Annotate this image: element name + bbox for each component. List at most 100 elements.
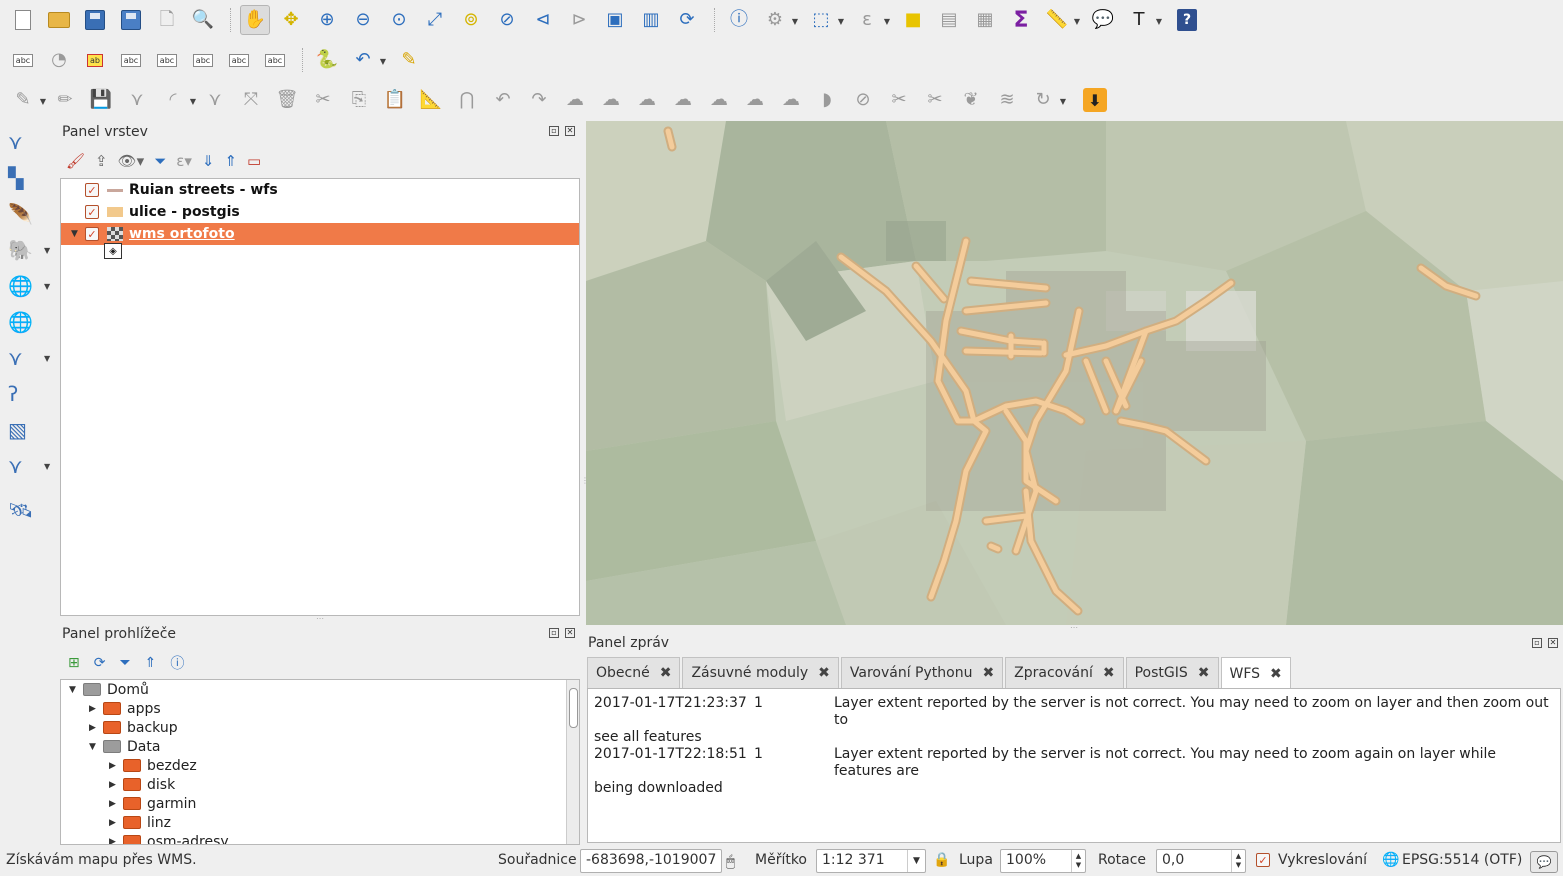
pin-label-icon[interactable]: abc bbox=[116, 45, 146, 75]
filter-icon[interactable]: ⏷ bbox=[119, 655, 130, 671]
collapse-all-icon[interactable]: ⇑ bbox=[224, 152, 237, 170]
diagram-icon[interactable]: ◔ bbox=[44, 45, 74, 75]
fill-ring-icon[interactable]: ☁ bbox=[668, 85, 698, 115]
tree-item[interactable]: ▶ osm-adresy bbox=[61, 832, 579, 845]
merge-attributes-icon[interactable]: ❦ bbox=[956, 85, 986, 115]
add-circular-icon[interactable]: ◜ ▼ bbox=[158, 85, 197, 115]
expand-arrow-icon[interactable]: ▼ bbox=[69, 685, 83, 695]
delete-selected-icon[interactable]: 🗑 bbox=[272, 85, 302, 115]
add-selected-layers-icon[interactable]: ⊞ bbox=[68, 655, 80, 671]
add-postgis-layer-icon[interactable]: 🐘 ▼ bbox=[0, 232, 50, 268]
save-edits-icon[interactable]: 💾 bbox=[86, 85, 116, 115]
collapse-arrow-icon[interactable]: ▶ bbox=[109, 761, 123, 771]
add-delimited-text-icon[interactable]: ʔ bbox=[0, 376, 50, 412]
map-canvas[interactable] bbox=[586, 121, 1563, 625]
delete-ring-icon[interactable]: ☁ bbox=[704, 85, 734, 115]
save-as-icon[interactable] bbox=[116, 5, 146, 35]
magnet-icon[interactable]: ⋂ bbox=[452, 85, 482, 115]
spin-arrows-icon[interactable]: ▲ ▼ bbox=[1231, 850, 1245, 872]
close-tab-icon[interactable]: ✖ bbox=[1198, 665, 1210, 681]
redo-icon[interactable]: ↷ bbox=[524, 85, 554, 115]
float-panel-icon[interactable]: ▫ bbox=[549, 628, 559, 638]
collapse-arrow-icon[interactable]: ▶ bbox=[109, 799, 123, 809]
tree-item[interactable]: ▶ garmin bbox=[61, 794, 579, 813]
close-panel-icon[interactable]: ✕ bbox=[565, 126, 575, 136]
layer-item-selected[interactable]: ▼ ✓ wms ortofoto bbox=[61, 223, 579, 245]
add-wcs-layer-icon[interactable]: 🌐 bbox=[0, 304, 50, 340]
new-map-view-icon[interactable]: ▣ bbox=[600, 5, 630, 35]
python-console-icon[interactable]: 🐍 bbox=[312, 45, 342, 75]
pan-to-selection-icon[interactable]: ✥ bbox=[276, 5, 306, 35]
tab-postgis[interactable]: PostGIS ✖ bbox=[1125, 657, 1219, 688]
paste-features-icon[interactable]: 📋 bbox=[380, 85, 410, 115]
snapping-icon[interactable]: 📐 bbox=[416, 85, 446, 115]
tree-item[interactable]: ▼ Domů bbox=[61, 680, 579, 699]
zoom-to-selection-icon[interactable]: ⊚ bbox=[456, 5, 486, 35]
download-icon[interactable]: ⬇ bbox=[1080, 85, 1110, 115]
mouse-icon[interactable]: 🖱 bbox=[726, 852, 735, 870]
lock-scale-icon[interactable]: 🔒 bbox=[933, 852, 950, 868]
text-annotation-icon[interactable]: T ▼ bbox=[1124, 5, 1163, 35]
new-print-layout-icon[interactable]: 🗋 bbox=[152, 5, 182, 35]
zoom-next-icon[interactable]: ⊳ bbox=[564, 5, 594, 35]
measure-icon[interactable]: 📏 ▼ bbox=[1042, 5, 1080, 35]
new-project-icon[interactable] bbox=[8, 5, 38, 35]
tab-obecne[interactable]: Obecné ✖ bbox=[587, 657, 681, 688]
zoom-full-icon[interactable]: ⤢ bbox=[420, 5, 450, 35]
spin-arrows-icon[interactable]: ▲ ▼ bbox=[1071, 850, 1085, 872]
bookmarks-icon[interactable]: ▥ bbox=[636, 5, 666, 35]
collapse-arrow-icon[interactable]: ▶ bbox=[109, 818, 123, 828]
identify-icon[interactable]: ⓘ bbox=[724, 5, 754, 35]
tab-zpracovani[interactable]: Zpracování ✖ bbox=[1005, 657, 1124, 688]
tab-varovani-pythonu[interactable]: Varování Pythonu ✖ bbox=[840, 657, 1004, 688]
delete-part-icon[interactable]: ☁ bbox=[740, 85, 770, 115]
collapse-arrow-icon[interactable]: ▶ bbox=[109, 837, 123, 845]
tab-wfs[interactable]: WFS ✖ bbox=[1220, 657, 1291, 689]
layer-visibility-checkbox[interactable]: ✓ bbox=[85, 205, 99, 219]
filter-expression-icon[interactable]: ε▾ bbox=[176, 152, 192, 170]
scale-combobox[interactable]: 1:12 371 ▼ bbox=[816, 849, 926, 873]
cut-features-icon[interactable]: ✂ bbox=[308, 85, 338, 115]
rotate-point-icon[interactable]: ≋ bbox=[992, 85, 1022, 115]
undo-icon[interactable]: ↶ bbox=[488, 85, 518, 115]
close-tab-icon[interactable]: ✖ bbox=[982, 665, 994, 681]
add-feature-icon[interactable]: ⋎ bbox=[122, 85, 152, 115]
close-panel-icon[interactable]: ✕ bbox=[1548, 638, 1558, 648]
add-wfs-layer-icon[interactable]: ⋎ ▼ bbox=[0, 340, 50, 376]
label-toolbar-icon[interactable]: abc bbox=[8, 45, 38, 75]
node-tool-icon[interactable]: ⋎ bbox=[200, 85, 230, 115]
add-vector-layer-icon[interactable]: ⋎ bbox=[0, 124, 50, 160]
add-group-icon[interactable]: ⇪ bbox=[95, 152, 108, 170]
statistics-icon[interactable]: Σ bbox=[1006, 5, 1036, 35]
magnifier-spinbox[interactable]: 100% ▲ ▼ bbox=[1000, 849, 1086, 873]
browser-scrollbar[interactable] bbox=[566, 680, 579, 844]
collapse-arrow-icon[interactable]: ▶ bbox=[89, 723, 103, 733]
copy-features-icon[interactable]: ⎘ bbox=[344, 85, 374, 115]
splitter-handle[interactable]: ⋯ bbox=[316, 614, 324, 623]
close-tab-icon[interactable]: ✖ bbox=[660, 665, 672, 681]
move-feature-icon[interactable]: ⤧ bbox=[236, 85, 266, 115]
messages-toggle-icon[interactable]: 💬 bbox=[1530, 851, 1558, 873]
close-panel-icon[interactable]: ✕ bbox=[565, 628, 575, 638]
close-tab-icon[interactable]: ✖ bbox=[1103, 665, 1115, 681]
tree-item[interactable]: ▶ linz bbox=[61, 813, 579, 832]
tree-item[interactable]: ▶ bezdez bbox=[61, 756, 579, 775]
digitize-plugin-icon[interactable]: ✎ bbox=[394, 45, 424, 75]
tab-zasuvne-moduly[interactable]: Zásuvné moduly ✖ bbox=[682, 657, 839, 688]
crs-globe-icon[interactable]: 🌐 bbox=[1382, 852, 1399, 868]
chevron-down-icon[interactable]: ▼ bbox=[907, 850, 925, 872]
deselect-icon[interactable]: ■ bbox=[898, 5, 928, 35]
gps-tools-icon[interactable]: 🛰 bbox=[0, 492, 50, 528]
style-manager-icon[interactable]: 🖌 bbox=[66, 152, 85, 170]
scrollbar-thumb[interactable] bbox=[569, 688, 578, 728]
help-icon[interactable]: ? bbox=[1172, 5, 1202, 35]
reshape-icon[interactable]: ☁ bbox=[776, 85, 806, 115]
remove-layer-icon[interactable]: ▭ bbox=[247, 152, 261, 170]
splitter-handle[interactable]: ⋯ bbox=[1070, 623, 1078, 632]
zoom-in-icon[interactable]: ⊕ bbox=[312, 5, 342, 35]
change-label-icon[interactable]: abc bbox=[260, 45, 290, 75]
layer-item[interactable]: ✓ Ruian streets - wfs bbox=[61, 179, 579, 201]
rotation-spinbox[interactable]: 0,0 ▲ ▼ bbox=[1156, 849, 1246, 873]
expand-arrow-icon[interactable]: ▼ bbox=[89, 742, 103, 752]
add-wms-layer-icon[interactable]: 🌐 ▼ bbox=[0, 268, 50, 304]
